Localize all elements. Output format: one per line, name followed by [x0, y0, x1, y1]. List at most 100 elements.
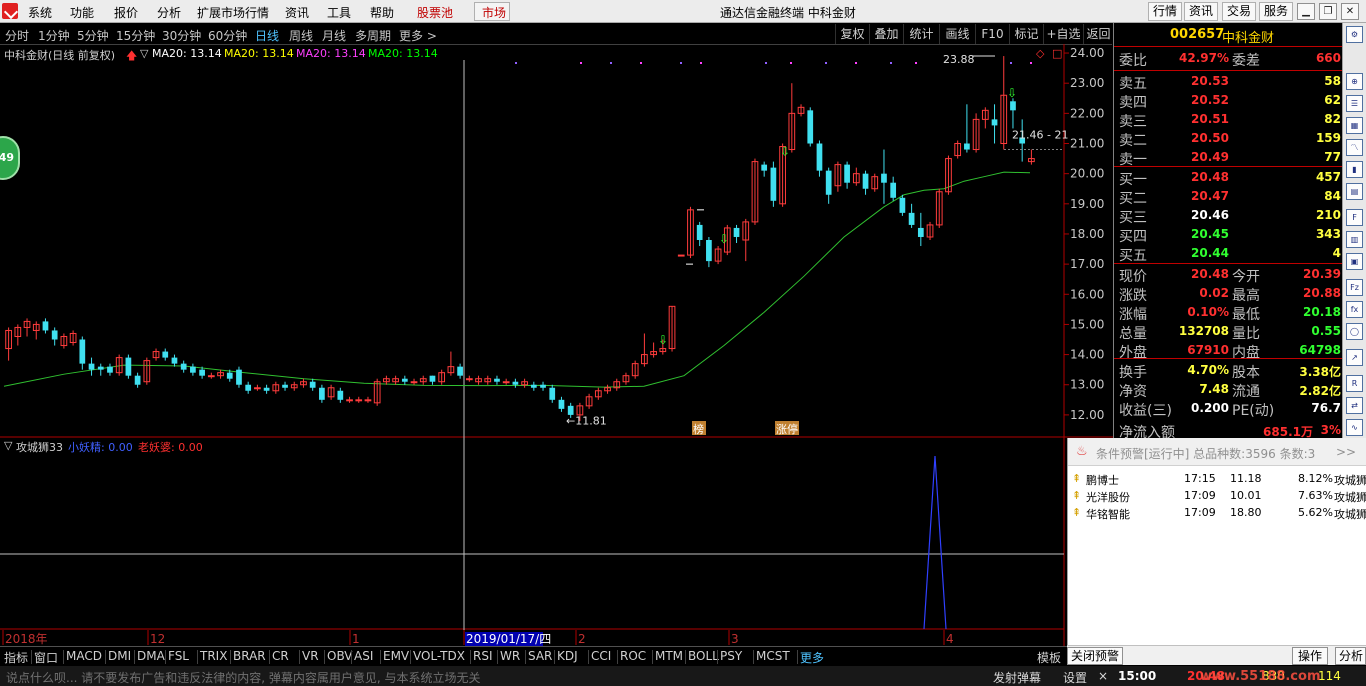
template-tab[interactable]: 模板: [1037, 649, 1061, 666]
indicator-tab[interactable]: BRAR: [233, 649, 266, 663]
period-tab-1min[interactable]: 1分钟: [38, 27, 70, 44]
indicator-tab[interactable]: CR: [272, 649, 289, 663]
indicator-tab[interactable]: MACD: [66, 649, 102, 663]
zoom-icon[interactable]: ⊕: [1346, 73, 1363, 90]
down-triangle-icon[interactable]: ▽: [140, 47, 148, 60]
trade-button[interactable]: 交易: [1222, 2, 1256, 21]
menu-item-market[interactable]: 市场: [482, 4, 506, 21]
candle-icon[interactable]: ▮: [1346, 161, 1363, 178]
f10-icon[interactable]: F: [1346, 209, 1363, 226]
analysis-button[interactable]: 分析: [1335, 647, 1366, 665]
period-tab-weekly[interactable]: 周线: [289, 27, 313, 44]
period-tab-monthly[interactable]: 月线: [322, 27, 346, 44]
add-watchlist-button[interactable]: +自选: [1043, 24, 1083, 44]
back-button[interactable]: 返回: [1083, 24, 1113, 44]
fx-icon[interactable]: fx: [1346, 301, 1363, 318]
indicator-tab[interactable]: MTM: [655, 649, 683, 663]
period-tab-multi[interactable]: 多周期: [355, 27, 391, 44]
draw-line-button[interactable]: 画线: [939, 24, 975, 44]
period-tab-timeshare[interactable]: 分时: [5, 27, 29, 44]
indicator-tab[interactable]: DMA: [137, 649, 165, 663]
sell-row[interactable]: 卖二 20.50 159: [1114, 130, 1343, 149]
restore-icon[interactable]: ❐: [1319, 3, 1337, 20]
fiz-icon[interactable]: Fz: [1346, 279, 1363, 296]
indicator-tab[interactable]: PSY: [720, 649, 742, 663]
close-alert-button[interactable]: 关闭预警: [1067, 647, 1123, 665]
menu-item-system[interactable]: 系统: [28, 4, 52, 21]
buy-row[interactable]: 买一 20.48 457: [1114, 169, 1343, 188]
indicator-tab[interactable]: 更多: [800, 649, 824, 666]
indicator-tab[interactable]: SAR: [528, 649, 552, 663]
menu-item-stock-pool[interactable]: 股票池: [417, 4, 453, 21]
wave-icon[interactable]: ∿: [1346, 419, 1363, 436]
menu-item-analysis[interactable]: 分析: [157, 4, 181, 21]
period-tab-more[interactable]: 更多 >: [399, 27, 437, 44]
settings-button[interactable]: 设置: [1063, 669, 1087, 686]
rsi-icon[interactable]: R: [1346, 375, 1363, 392]
period-tab-60min[interactable]: 60分钟: [208, 27, 247, 44]
indicator-tab[interactable]: BOLL: [688, 649, 719, 663]
close-icon[interactable]: ✕: [1341, 3, 1359, 20]
indicator-toggle-icon[interactable]: ▽: [4, 439, 12, 452]
calendar-icon[interactable]: ▣: [1346, 253, 1363, 270]
operate-button[interactable]: 操作: [1292, 647, 1328, 665]
buy-row[interactable]: 买三 20.46 210: [1114, 207, 1343, 226]
minimize-icon[interactable]: ▁: [1297, 3, 1315, 20]
menu-item-function[interactable]: 功能: [70, 4, 94, 21]
quote-button[interactable]: 行情: [1148, 2, 1182, 21]
alert-row[interactable]: ⇞ 光洋股份 17:09 10.01 7.63% 攻城狮: [1068, 487, 1366, 504]
mark-button[interactable]: 标记: [1009, 24, 1043, 44]
indicator-tab[interactable]: ASI: [354, 649, 373, 663]
period-tab-daily[interactable]: 日线: [255, 27, 279, 44]
close-danmu-button[interactable]: ×: [1098, 669, 1108, 683]
indicator-tab[interactable]: VR: [302, 649, 319, 663]
alert-row[interactable]: ⇞ 鹏博士 17:15 11.18 8.12% 攻城狮: [1068, 470, 1366, 487]
sell-row[interactable]: 卖三 20.51 82: [1114, 111, 1343, 130]
sell-row[interactable]: 卖四 20.52 62: [1114, 92, 1343, 111]
indicator-tab[interactable]: CCI: [591, 649, 611, 663]
indicator-tab[interactable]: ROC: [620, 649, 646, 663]
indicator-tab[interactable]: RSI: [473, 649, 493, 663]
menu-item-news[interactable]: 资讯: [285, 4, 309, 21]
menu-item-extended-market[interactable]: 扩展市场行情: [197, 4, 269, 21]
indicator-tab[interactable]: 指标: [4, 649, 28, 666]
arrow-icon[interactable]: ↗: [1346, 349, 1363, 366]
news-button[interactable]: 资讯: [1184, 2, 1218, 21]
menu-item-quote[interactable]: 报价: [114, 4, 138, 21]
menu-item-tools[interactable]: 工具: [327, 4, 351, 21]
sell-row[interactable]: 卖五 20.53 58: [1114, 73, 1343, 92]
buy-row[interactable]: 买四 20.45 343: [1114, 226, 1343, 245]
settings-icon[interactable]: ⚙: [1346, 26, 1363, 43]
list-icon[interactable]: ☰: [1346, 95, 1363, 112]
swap-icon[interactable]: ⇄: [1346, 397, 1363, 414]
alert-row[interactable]: ⇞ 华铭智能 17:09 18.80 5.62% 攻城狮: [1068, 504, 1366, 521]
send-danmu-button[interactable]: 发射弹幕: [993, 669, 1041, 686]
app-logo-icon[interactable]: [2, 3, 18, 19]
indicator-tab[interactable]: OBV: [327, 649, 353, 663]
overlay-button[interactable]: 叠加: [869, 24, 903, 44]
f10-button[interactable]: F10: [975, 24, 1009, 44]
stats-button[interactable]: 统计: [903, 24, 939, 44]
period-tab-15min[interactable]: 15分钟: [116, 27, 155, 44]
indicator-tab[interactable]: 窗口: [34, 649, 58, 666]
service-button[interactable]: 服务: [1259, 2, 1293, 21]
indicator-tab[interactable]: MCST: [756, 649, 790, 663]
indicator-tab[interactable]: WR: [500, 649, 520, 663]
circle-icon[interactable]: ◯: [1346, 323, 1363, 340]
alert-more-button[interactable]: >>: [1336, 445, 1356, 459]
indicator-tab[interactable]: EMV: [383, 649, 409, 663]
table-icon[interactable]: ▦: [1346, 117, 1363, 134]
bar-icon[interactable]: ▥: [1346, 231, 1363, 248]
period-tab-5min[interactable]: 5分钟: [77, 27, 109, 44]
menu-item-help[interactable]: 帮助: [370, 4, 394, 21]
indicator-tab[interactable]: DMI: [108, 649, 131, 663]
buy-row[interactable]: 买五 20.44 4: [1114, 245, 1343, 264]
danmu-input[interactable]: 说点什么呗... 请不要发布广告和违反法律的内容, 弹幕内容属用户意见, 与本系…: [6, 669, 481, 686]
buy-row[interactable]: 买二 20.47 84: [1114, 188, 1343, 207]
line-chart-icon[interactable]: 〽: [1346, 139, 1363, 156]
period-tab-30min[interactable]: 30分钟: [162, 27, 201, 44]
indicator-tab[interactable]: KDJ: [557, 649, 578, 663]
indicator-tab[interactable]: TRIX: [200, 649, 227, 663]
indicator-tab[interactable]: FSL: [168, 649, 189, 663]
grid-icon[interactable]: ▤: [1346, 183, 1363, 200]
